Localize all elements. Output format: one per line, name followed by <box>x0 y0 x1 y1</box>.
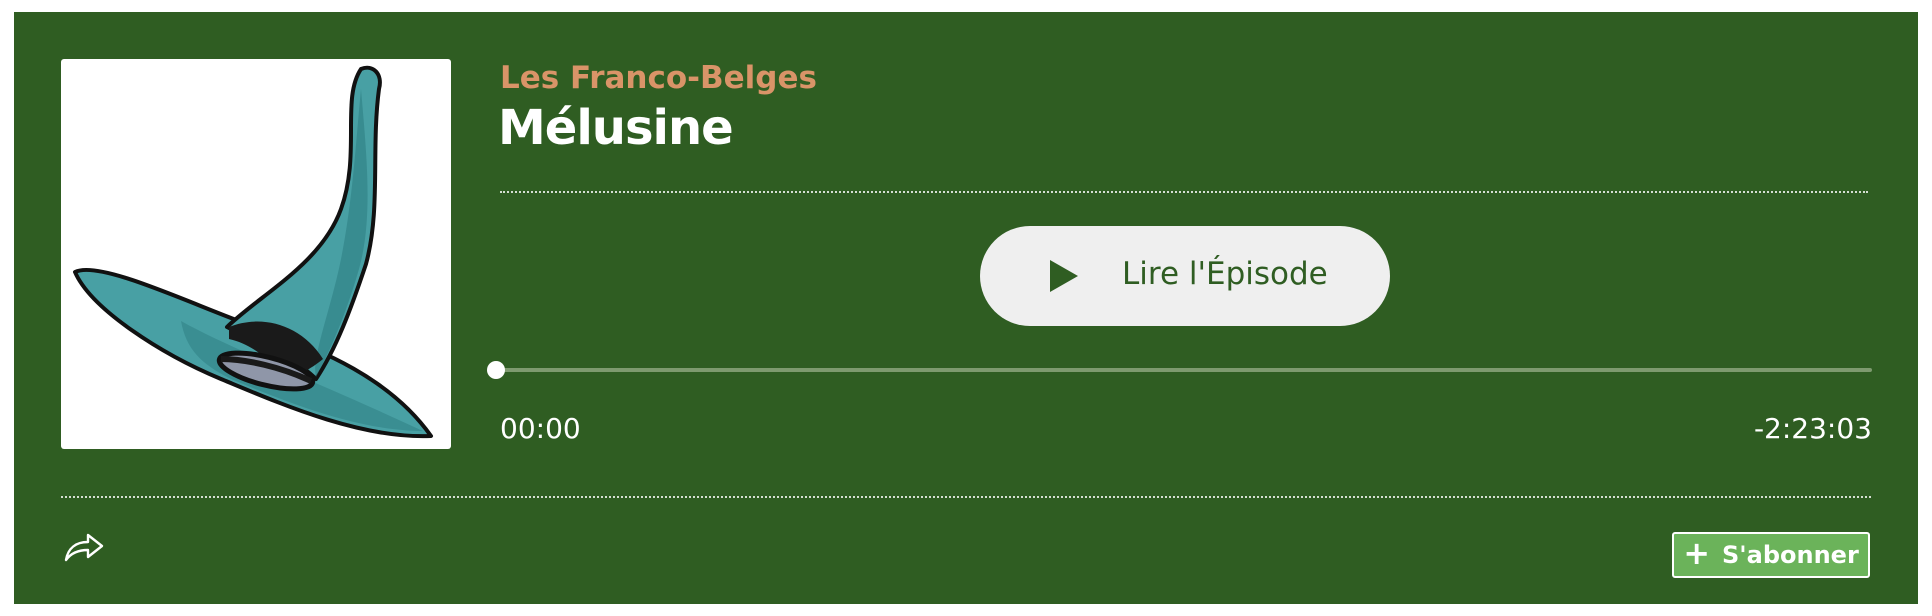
share-button[interactable] <box>62 526 106 566</box>
divider <box>500 191 1868 193</box>
subscribe-label: S'abonner <box>1722 541 1859 569</box>
play-icon <box>1050 260 1078 292</box>
play-episode-button[interactable]: Lire l'Épisode <box>980 226 1390 326</box>
episode-artwork <box>61 59 451 449</box>
progress-knob[interactable] <box>487 361 505 379</box>
remaining-time: -2:23:03 <box>1753 412 1872 445</box>
podcast-player: Les Franco-Belges Mélusine Lire l'Épisod… <box>14 12 1918 604</box>
witch-hat-illustration <box>73 65 433 439</box>
episode-title: Mélusine <box>498 100 734 156</box>
podcast-name[interactable]: Les Franco-Belges <box>500 60 817 96</box>
play-button-label: Lire l'Épisode <box>1122 256 1328 292</box>
subscribe-button[interactable]: + S'abonner <box>1672 532 1870 578</box>
share-arrow-icon <box>64 533 104 562</box>
elapsed-time: 00:00 <box>500 412 581 445</box>
progress-bar[interactable] <box>487 361 1872 379</box>
divider <box>61 496 1871 498</box>
plus-icon: + <box>1683 534 1711 572</box>
